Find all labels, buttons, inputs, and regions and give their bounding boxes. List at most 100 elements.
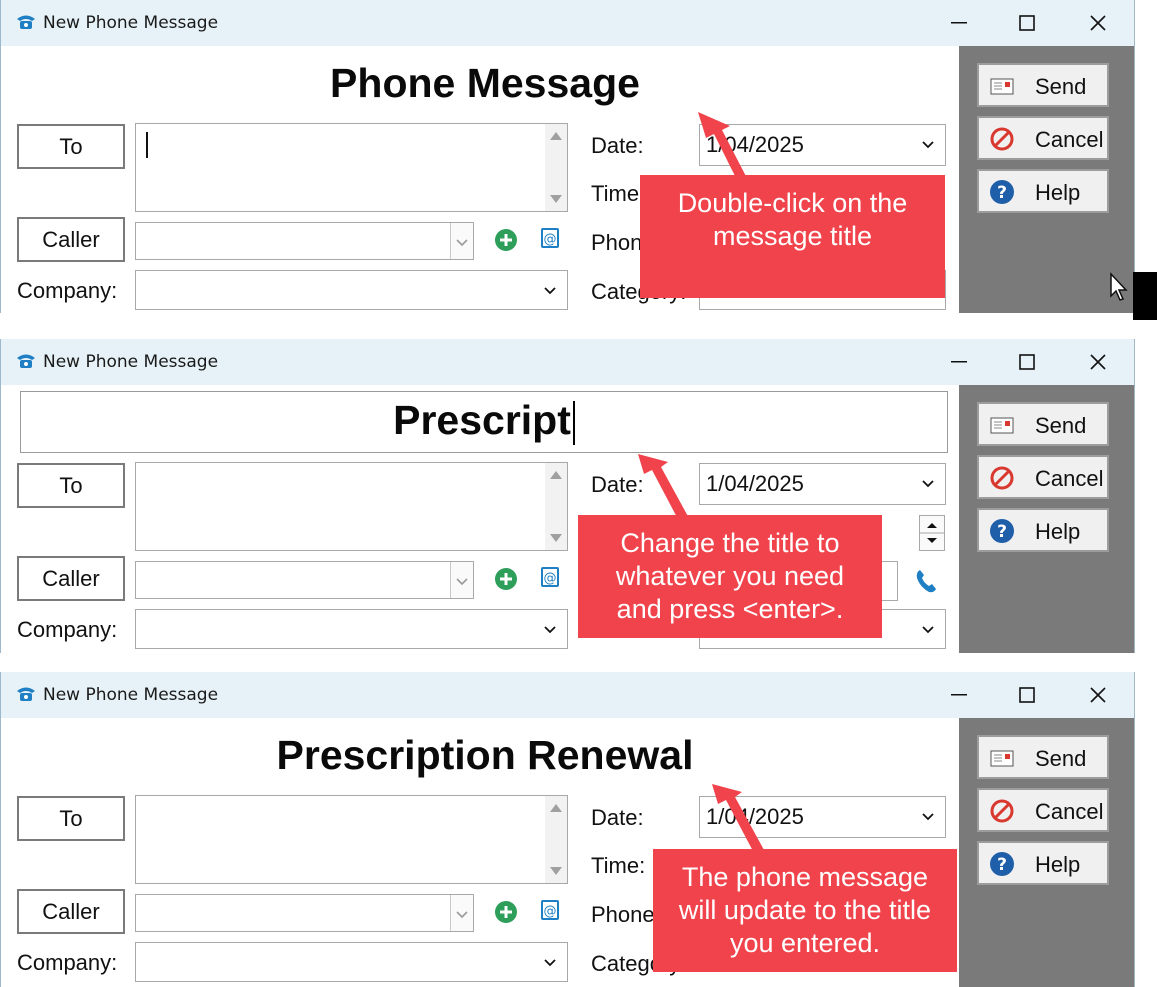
help-icon: ?: [990, 180, 1014, 204]
minimize-button[interactable]: [939, 10, 979, 36]
close-button[interactable]: [1078, 682, 1118, 708]
chevron-down-icon: [544, 626, 556, 634]
minimize-button[interactable]: [939, 349, 979, 375]
svg-text:@: @: [544, 904, 557, 919]
message-form: Prescription Renewal To Caller @ Company…: [1, 718, 1134, 987]
send-button[interactable]: Send: [977, 402, 1109, 446]
phone-app-icon: [17, 354, 35, 368]
date-picker[interactable]: 1/04/2025: [699, 463, 946, 505]
window-panel-2: New Phone Message Prescript To Caller @ …: [0, 339, 1135, 653]
help-button[interactable]: ? Help: [977, 169, 1109, 213]
help-button[interactable]: ? Help: [977, 508, 1109, 552]
title-bar: New Phone Message: [1, 339, 1134, 385]
cancel-icon: [990, 799, 1014, 823]
chevron-down-icon: [544, 959, 556, 967]
chevron-down-icon: [456, 239, 468, 247]
title-edit-input[interactable]: Prescript: [393, 397, 571, 443]
add-contact-icon[interactable]: [494, 900, 518, 924]
company-combo[interactable]: [135, 609, 568, 649]
to-button[interactable]: To: [17, 124, 125, 169]
message-title[interactable]: Prescription Renewal: [21, 732, 949, 779]
chevron-down-icon: [922, 626, 934, 634]
window-title: New Phone Message: [43, 685, 219, 705]
caller-combo[interactable]: [135, 894, 474, 932]
send-button[interactable]: Send: [977, 63, 1109, 107]
close-button[interactable]: [1078, 349, 1118, 375]
send-icon: [990, 78, 1014, 95]
action-panel: Send Cancel ? Help: [959, 718, 1134, 987]
close-button[interactable]: [1078, 10, 1118, 36]
mouse-pointer-icon: [1110, 272, 1128, 301]
send-icon: [990, 417, 1014, 434]
time-spinner[interactable]: [919, 515, 945, 551]
text-caret: [146, 132, 148, 158]
caller-button[interactable]: Caller: [17, 556, 125, 601]
to-input[interactable]: [135, 123, 568, 212]
to-scrollbar[interactable]: [545, 796, 567, 883]
help-icon: ?: [990, 852, 1014, 876]
cancel-button[interactable]: Cancel: [977, 116, 1109, 160]
maximize-icon: [1019, 687, 1035, 703]
close-icon: [1090, 687, 1106, 703]
send-button[interactable]: Send: [977, 735, 1109, 779]
add-contact-icon[interactable]: [494, 228, 518, 252]
address-book-icon[interactable]: @: [538, 226, 562, 250]
screen-edge-block: [1133, 272, 1157, 320]
svg-text:@: @: [544, 571, 557, 586]
to-input[interactable]: [135, 462, 568, 551]
cancel-button[interactable]: Cancel: [977, 455, 1109, 499]
minimize-icon: [951, 22, 967, 24]
callout-1: Double-click on the message title: [640, 175, 945, 298]
callout-2: Change the title to whatever you need an…: [578, 515, 882, 638]
minimize-button[interactable]: [939, 682, 979, 708]
caller-button[interactable]: Caller: [17, 217, 125, 262]
phone-label: Phone: [591, 902, 655, 927]
company-label: Company:: [17, 950, 118, 975]
svg-text:?: ?: [997, 522, 1007, 542]
help-button[interactable]: ? Help: [977, 841, 1109, 885]
date-label: Date:: [591, 133, 644, 158]
phone-icon[interactable]: [914, 568, 938, 594]
window-title: New Phone Message: [43, 13, 219, 33]
send-icon: [990, 750, 1014, 767]
caller-combo[interactable]: [135, 222, 474, 260]
to-scrollbar[interactable]: [545, 463, 567, 550]
cancel-icon: [990, 127, 1014, 151]
add-contact-icon[interactable]: [494, 567, 518, 591]
date-value: 1/04/2025: [706, 471, 804, 496]
to-button[interactable]: To: [17, 463, 125, 508]
to-scrollbar[interactable]: [545, 124, 567, 211]
minimize-icon: [951, 694, 967, 696]
chevron-down-icon: [922, 813, 934, 821]
to-button[interactable]: To: [17, 796, 125, 841]
message-form: Prescript To Caller @ Company: Date: 1/0…: [1, 385, 1134, 653]
message-form: Phone Message To Caller @ Company: Date:…: [1, 46, 1134, 313]
window-panel-1: New Phone Message Phone Message To Calle…: [0, 0, 1135, 313]
chevron-down-icon: [544, 287, 556, 295]
svg-text:?: ?: [997, 855, 1007, 875]
cancel-button[interactable]: Cancel: [977, 788, 1109, 832]
to-input[interactable]: [135, 795, 568, 884]
maximize-button[interactable]: [1007, 349, 1047, 375]
message-title[interactable]: Phone Message: [21, 60, 949, 107]
svg-text:@: @: [544, 232, 557, 247]
title-edit-box[interactable]: Prescript: [20, 391, 948, 453]
company-label: Company:: [17, 278, 118, 303]
action-panel: Send Cancel ? Help: [959, 385, 1134, 653]
chevron-down-icon: [922, 141, 934, 149]
callout-arrow-2: [638, 454, 690, 523]
company-combo[interactable]: [135, 942, 568, 982]
svg-text:?: ?: [997, 183, 1007, 203]
caller-button[interactable]: Caller: [17, 889, 125, 934]
chevron-down-icon: [456, 578, 468, 586]
maximize-icon: [1019, 15, 1035, 31]
maximize-icon: [1019, 354, 1035, 370]
caller-combo[interactable]: [135, 561, 474, 599]
maximize-button[interactable]: [1007, 682, 1047, 708]
callout-arrow-3: [712, 784, 764, 853]
address-book-icon[interactable]: @: [538, 898, 562, 922]
maximize-button[interactable]: [1007, 10, 1047, 36]
company-combo[interactable]: [135, 270, 568, 310]
title-bar: New Phone Message: [1, 0, 1134, 46]
address-book-icon[interactable]: @: [538, 565, 562, 589]
